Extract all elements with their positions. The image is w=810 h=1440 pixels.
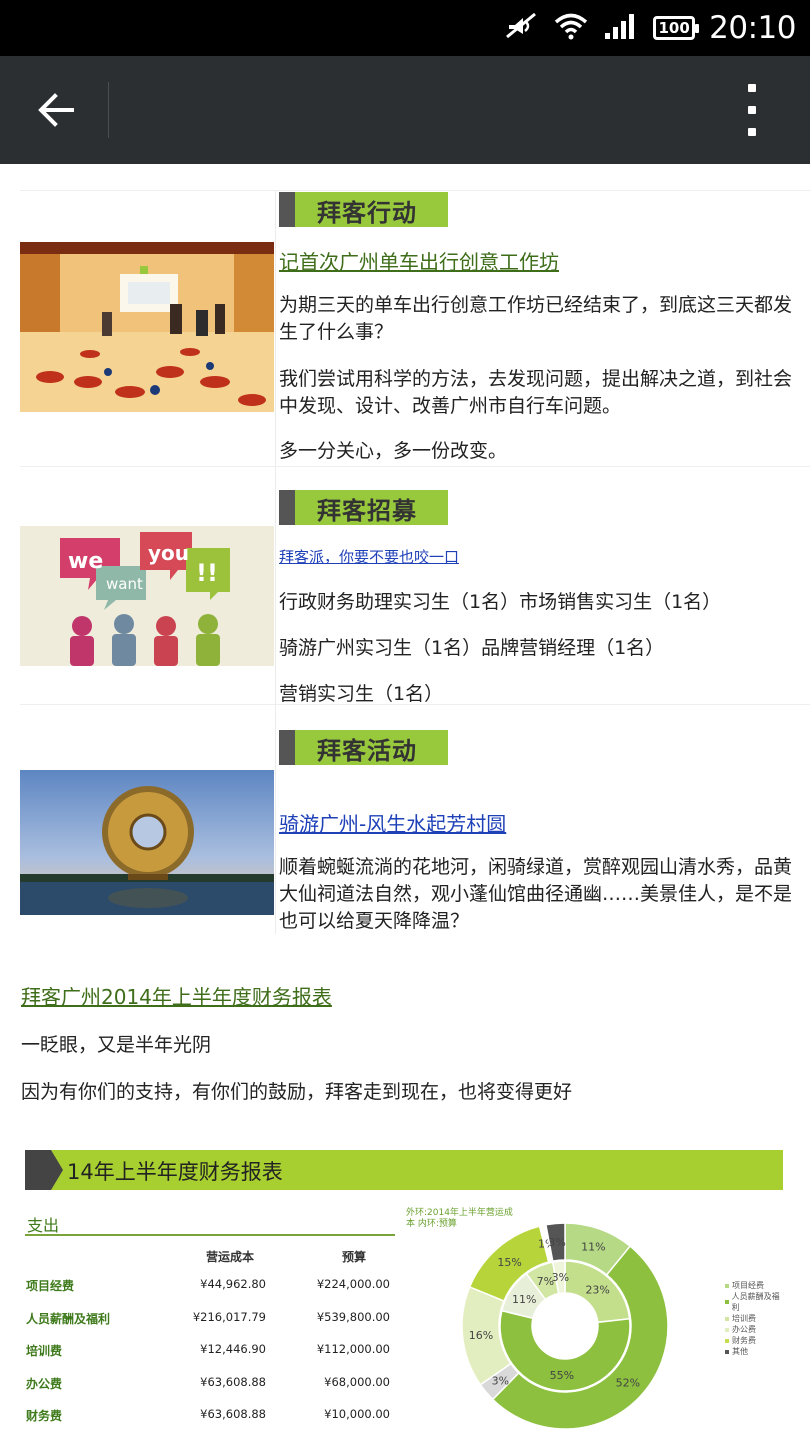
article-link-workshop[interactable]: 记首次广州单车出行创意工作坊 (279, 246, 810, 275)
article-paragraph: 顺着蜿蜒流淌的花地河，闲骑绿道，赏醉观园山清水秀，品黄大仙祠道法自然，观小蓬仙馆… (279, 856, 793, 932)
appbar-divider (108, 82, 109, 138)
expense-budget: ¥112,000.00 (316, 1342, 390, 1356)
donut-chart: 11%52%3%16%15%1%3%23%55%11%7%3% (461, 1222, 669, 1430)
section-action: 拜客行动 记首次广州单车出行创意工作坊 为期三天的单车出行创意工作坊已经结束了，… (20, 190, 810, 466)
legend-label: 培训费 (732, 1314, 756, 1323)
legend-item: 人员薪酬及福利 (725, 1291, 783, 1313)
expense-row-label: 项目经费 (26, 1279, 75, 1293)
outer-ring-label: 3% (548, 1236, 565, 1249)
expense-cost: ¥63,608.88 (200, 1407, 266, 1421)
section-recruit: 拜客招募 we want you !! 拜客派，你要不要也咬一口 行政财务助理实… (20, 466, 810, 705)
section-banner: 拜客招募 (279, 490, 448, 525)
legend-item: 培训费 (725, 1313, 783, 1324)
signal-icon (603, 11, 639, 45)
finance-line: 一眨眼，又是半年光阴 (21, 1034, 212, 1056)
outer-ring-label: 52% (616, 1376, 640, 1389)
expense-row-label: 办公费 (26, 1377, 63, 1391)
legend-label: 项目经费 (732, 1281, 764, 1290)
legend-item: 财务费 (725, 1335, 783, 1346)
expense-cost: ¥216,017.79 (192, 1310, 266, 1324)
expense-budget: ¥10,000.00 (324, 1407, 390, 1421)
expense-row-label: 人员薪酬及福利 (26, 1312, 111, 1326)
arrow-left-icon (38, 93, 74, 127)
legend-item: 项目经费 (725, 1280, 783, 1291)
expense-budget: ¥539,800.00 (316, 1310, 390, 1324)
expense-cost: ¥12,446.90 (200, 1342, 266, 1356)
legend-swatch (725, 1316, 729, 1321)
ring-building-photo[interactable] (20, 770, 274, 915)
inner-ring-label: 23% (585, 1283, 609, 1296)
inner-ring-label: 3% (552, 1271, 569, 1284)
legend-label: 人员薪酬及福利 (731, 1292, 780, 1312)
job-line: 行政财务助理实习生（1名）市场销售实习生（1名） (279, 591, 722, 613)
status-bar: 100 20:10 (0, 0, 810, 56)
legend-swatch (725, 1283, 729, 1288)
article-link-activity[interactable]: 骑游广州-风生水起芳村圆 (279, 808, 810, 837)
legend-swatch (725, 1327, 729, 1332)
image-text-want: want (106, 575, 143, 593)
back-button[interactable] (26, 80, 86, 140)
finance-line: 因为有你们的支持，有你们的鼓励，拜客走到现在，也将变得更好 (21, 1081, 573, 1103)
mute-icon (503, 11, 539, 45)
section-banner: 拜客行动 (279, 192, 448, 227)
legend-label: 办公费 (732, 1325, 756, 1334)
column-header: 营运成本 (206, 1250, 255, 1264)
column-header: 预算 (342, 1250, 367, 1264)
section-activity: 拜客活动 骑游广州-风生水起芳村圆 顺着蜿蜒流淌的花地河，闲骑绿道，赏醉观园山清… (20, 704, 810, 934)
finance-report-link[interactable]: 拜客广州2014年上半年度财务报表 (21, 981, 332, 1010)
legend-swatch (725, 1338, 729, 1343)
legend-label: 其他 (732, 1347, 748, 1356)
outer-ring-label: 16% (469, 1329, 493, 1342)
workshop-photo[interactable] (20, 242, 274, 412)
overflow-menu-button[interactable] (734, 84, 770, 136)
expense-budget: ¥68,000.00 (324, 1375, 390, 1389)
outer-ring-label: 11% (581, 1240, 605, 1253)
image-text-we: we (68, 549, 103, 574)
wifi-icon (553, 11, 589, 45)
expense-budget: ¥224,000.00 (316, 1277, 390, 1291)
section-banner: 拜客活动 (279, 730, 448, 765)
clock: 20:10 (709, 10, 796, 46)
job-line: 骑游广州实习生（1名）品牌营销经理（1名） (279, 637, 665, 659)
article-paragraph: 多一分关心，多一份改变。 (279, 440, 508, 462)
article-paragraph: 为期三天的单车出行创意工作坊已经结束了，到底这三天都发生了什么事？ (279, 294, 793, 343)
legend-label: 财务费 (732, 1336, 756, 1345)
report-header: 14年上半年度财务报表 (25, 1150, 783, 1190)
expense-cost: ¥44,962.80 (200, 1277, 266, 1291)
article-link-recruit[interactable]: 拜客派，你要不要也咬一口 (279, 546, 810, 567)
app-bar (0, 56, 810, 164)
inner-ring-label: 11% (512, 1293, 536, 1306)
legend-swatch (725, 1300, 729, 1304)
expense-cost: ¥63,608.88 (200, 1375, 266, 1389)
article-paragraph: 我们尝试用科学的方法，去发现问题，提出解决之道，到社会中发现、设计、改善广州市自… (279, 368, 793, 417)
inner-ring-label: 55% (550, 1369, 574, 1382)
legend-item: 其他 (725, 1346, 783, 1357)
legend-item: 办公费 (725, 1324, 783, 1335)
webview-content: 拜客行动 记首次广州单车出行创意工作坊 为期三天的单车出行创意工作坊已经结束了，… (0, 164, 810, 1440)
image-text-you: you (148, 541, 189, 565)
battery-icon: 100 (653, 16, 700, 40)
outer-ring-label: 3% (492, 1374, 509, 1387)
expense-row-label: 财务费 (26, 1409, 63, 1423)
expense-title: 支出 (27, 1216, 60, 1235)
finance-report-image: 14年上半年度财务报表 支出 营运成本 预算 项目经费 ¥44,962.80 ¥… (25, 1150, 783, 1440)
more-vertical-icon (748, 84, 756, 92)
outer-ring-label: 15% (497, 1256, 521, 1269)
image-text-bang: !! (196, 559, 218, 587)
legend-swatch (725, 1349, 729, 1354)
recruit-image[interactable]: we want you !! (20, 526, 274, 666)
pie-legend: 项目经费人员薪酬及福利培训费办公费财务费其他 (725, 1280, 783, 1357)
expense-row-label: 培训费 (26, 1344, 63, 1358)
